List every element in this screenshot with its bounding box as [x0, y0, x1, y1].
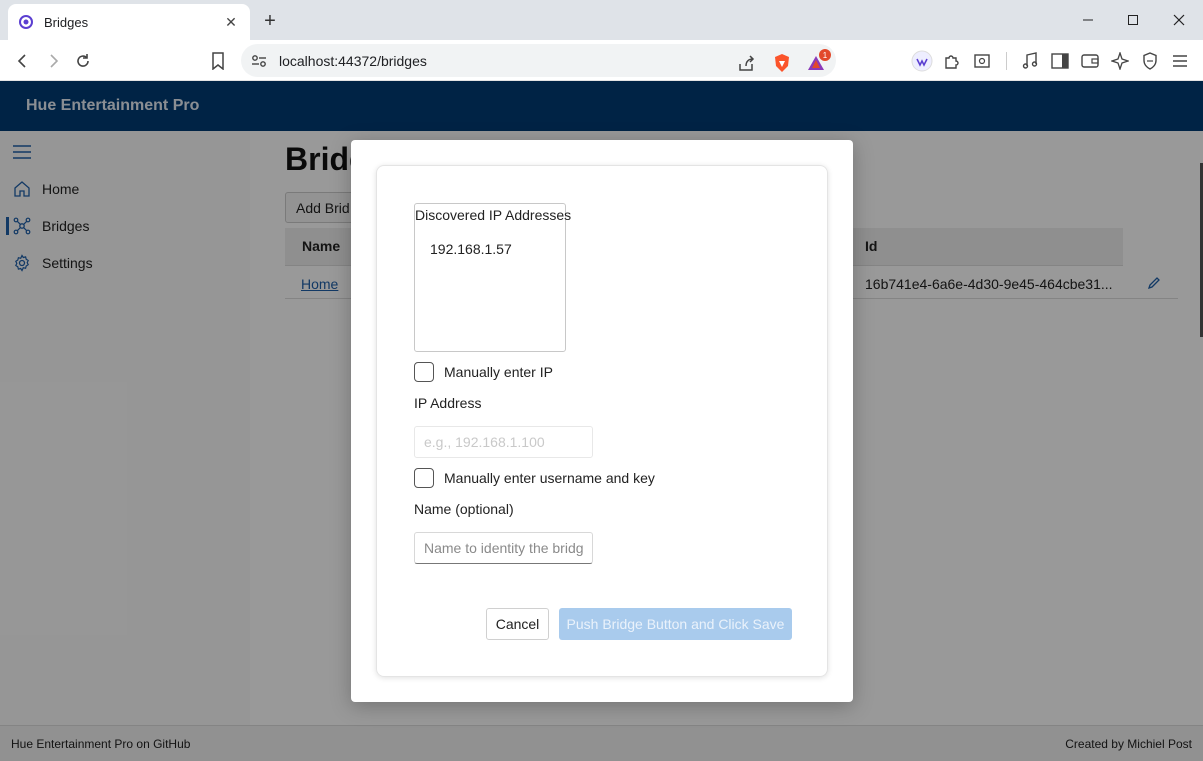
extension-wallet-icon[interactable] [909, 48, 935, 74]
bridge-name-label: Name (optional) [414, 501, 514, 517]
app-logo-icon [18, 14, 34, 30]
browser-toolbar: localhost:44372/bridges 1 [0, 40, 1203, 81]
discovered-ip-option[interactable]: 192.168.1.57 [430, 241, 512, 257]
manual-key-label: Manually enter username and key [444, 470, 655, 486]
extensions-puzzle-icon[interactable] [939, 48, 965, 74]
minimize-icon[interactable] [1065, 0, 1111, 40]
ip-address-label: IP Address [414, 395, 482, 411]
browser-titlebar: Bridges ✕ + [0, 0, 1203, 40]
bookmark-icon[interactable] [205, 48, 231, 74]
wallet-icon[interactable] [1077, 48, 1103, 74]
music-icon[interactable] [1017, 48, 1043, 74]
manual-ip-label: Manually enter IP [444, 364, 553, 380]
manual-ip-checkbox[interactable] [414, 362, 434, 382]
reading-list-icon[interactable] [969, 48, 995, 74]
maximize-icon[interactable] [1110, 0, 1156, 40]
add-bridge-dialog: Discovered IP Addresses 192.168.1.57 Man… [351, 140, 853, 702]
sidebar-toggle-icon[interactable] [1047, 48, 1073, 74]
menu-icon[interactable] [1167, 48, 1193, 74]
share-icon[interactable] [735, 52, 757, 74]
vpn-shield-icon[interactable] [1137, 48, 1163, 74]
save-button[interactable]: Push Bridge Button and Click Save [559, 608, 792, 640]
address-bar[interactable]: localhost:44372/bridges 1 [241, 44, 836, 77]
reload-icon[interactable] [70, 48, 96, 74]
ip-address-input[interactable] [414, 426, 593, 458]
new-tab-icon[interactable]: + [258, 9, 282, 33]
rewards-badge: 1 [819, 49, 831, 61]
tab-title: Bridges [44, 14, 89, 30]
dialog-form: Discovered IP Addresses 192.168.1.57 Man… [376, 165, 828, 677]
manual-key-row[interactable]: Manually enter username and key [414, 468, 655, 488]
forward-icon[interactable] [40, 48, 66, 74]
manual-key-checkbox[interactable] [414, 468, 434, 488]
toolbar-divider [1006, 52, 1007, 70]
brave-rewards-icon[interactable]: 1 [805, 49, 831, 74]
back-icon[interactable] [10, 48, 36, 74]
close-window-icon[interactable] [1156, 0, 1202, 40]
manual-ip-row[interactable]: Manually enter IP [414, 362, 553, 382]
site-info-icon[interactable] [249, 51, 269, 71]
brave-shields-icon[interactable] [771, 52, 793, 74]
discovered-ip-label: Discovered IP Addresses [415, 207, 572, 223]
bridge-name-input[interactable] [414, 532, 593, 564]
browser-tab[interactable]: Bridges ✕ [8, 4, 250, 40]
cancel-button[interactable]: Cancel [486, 608, 549, 640]
app-viewport: Hue Entertainment Pro Home Bridges Setti… [0, 81, 1203, 761]
leo-ai-icon[interactable] [1107, 48, 1133, 74]
close-tab-icon[interactable]: ✕ [222, 13, 240, 31]
discovered-ip-listbox[interactable]: Discovered IP Addresses 192.168.1.57 [414, 203, 571, 352]
